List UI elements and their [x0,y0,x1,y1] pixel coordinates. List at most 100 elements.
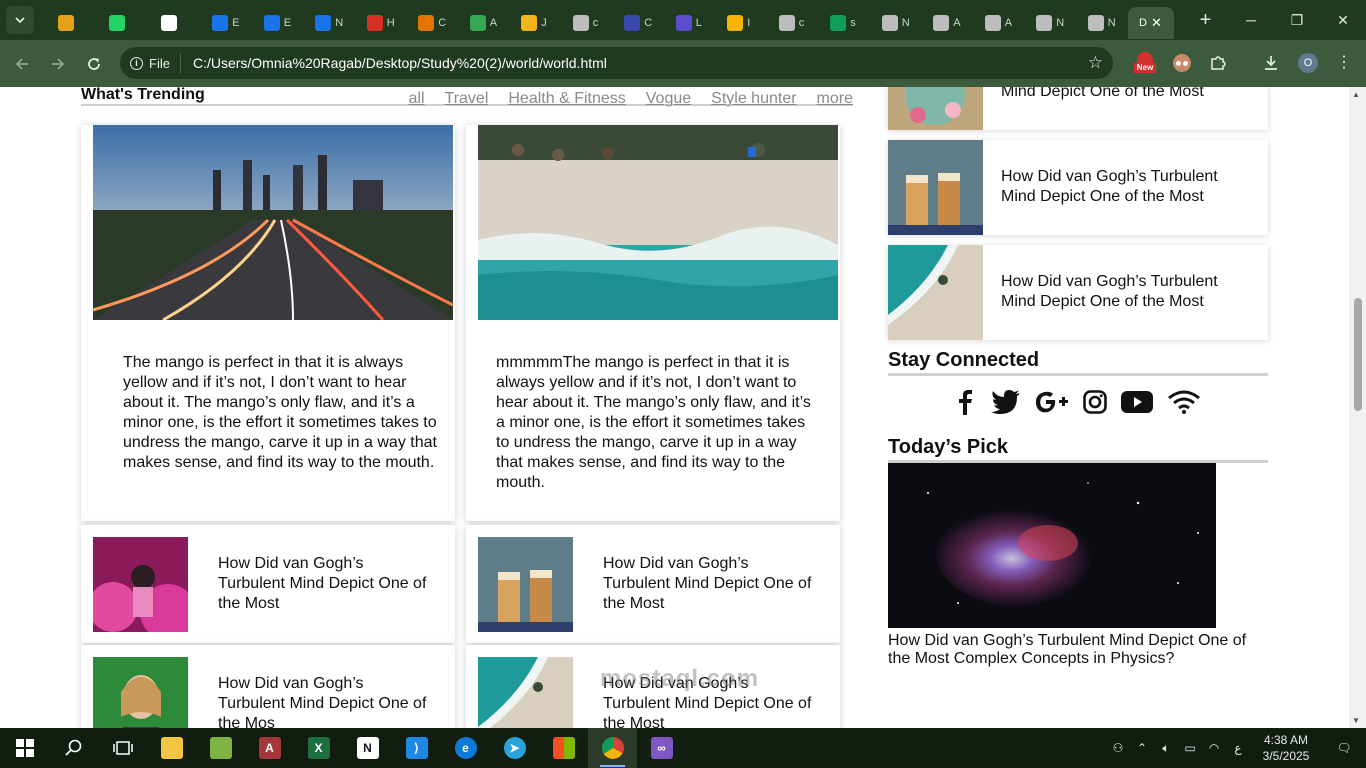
nav-link-style-hunter[interactable]: Style hunter [711,90,796,108]
access-button[interactable]: A [245,728,294,768]
browser-tab[interactable] [149,7,201,39]
list-item[interactable]: How Did van Gogh’s Turbulent Mind Depict… [81,525,455,643]
file-explorer-button[interactable] [147,728,196,768]
url-text[interactable]: C:/Users/Omnia%20Ragab/Desktop/Study%20(… [193,55,607,71]
trending-card[interactable]: The mango is perfect in that it is alway… [81,125,455,521]
browser-tab[interactable]: A [973,7,1025,39]
back-button[interactable] [4,46,40,82]
browser-tab[interactable]: E [201,7,253,39]
nav-link-travel[interactable]: Travel [445,90,489,108]
clock[interactable]: 4:38 AM 3/5/2025 [1250,732,1322,764]
trending-card[interactable]: mmmmmThe mango is perfect in that it is … [466,125,840,521]
google-plus-icon[interactable] [1035,391,1069,413]
sidebar-post[interactable]: How Did van Gogh’s Turbulent Mind Depict… [888,140,1268,235]
site-info-chip[interactable]: i File [130,53,181,73]
new-tab-button[interactable]: + [1196,9,1216,32]
browser-tab[interactable]: J [510,7,562,39]
page-scrollbar[interactable]: ▲ ▼ [1349,87,1366,728]
tab-search-button[interactable] [6,6,34,34]
instagram-icon[interactable] [1083,390,1107,414]
youtube-icon[interactable] [1121,391,1153,413]
restore-button[interactable]: ❐ [1274,0,1320,40]
visual-studio-button[interactable]: ∞ [637,728,686,768]
browser-tab[interactable]: E [252,7,304,39]
nav-link-health-fitness[interactable]: Health & Fitness [508,90,625,108]
windows-taskbar: A X N ⟩ e ➤ ∞ ⚇ ⌃ 🔈︎ ▭ ◠ ع 4:38 AM 3/5/2… [0,728,1366,768]
nav-link-vogue[interactable]: Vogue [646,90,691,108]
address-bar[interactable]: i File C:/Users/Omnia%20Ragab/Desktop/St… [120,47,1113,79]
wifi-icon[interactable]: ◠ [1202,741,1226,755]
rss-wifi-icon[interactable] [1167,390,1201,414]
page-viewport: What's Trending all Travel Health & Fitn… [0,87,1349,728]
excel-button[interactable]: X [294,728,343,768]
browser-tab[interactable]: C [613,7,665,39]
extensions-button[interactable] [1207,52,1229,74]
browser-tab[interactable]: N [304,7,356,39]
bookmark-star-icon[interactable]: ☆ [1088,53,1103,73]
tab-title: c [798,17,805,29]
scroll-down-arrow-icon[interactable]: ▼ [1352,716,1360,725]
browser-tab[interactable]: N [1025,7,1077,39]
browser-tab[interactable]: s [819,7,871,39]
nebula-image[interactable] [888,463,1216,628]
puzzle-icon [1211,56,1226,70]
clock-time: 4:38 AM [1263,733,1309,747]
notion-button[interactable]: N [343,728,392,768]
twitter-icon[interactable] [991,390,1021,414]
avatar: O [1298,53,1318,73]
close-icon[interactable]: ✕ [1151,15,1162,31]
browser-tab[interactable]: c [767,7,819,39]
browser-tab[interactable]: c [561,7,613,39]
tab-favicon-icon [624,15,641,31]
tab-favicon-icon [1087,15,1104,31]
menu-button[interactable]: ⋮ [1333,52,1355,74]
profile-button[interactable]: O [1297,52,1319,74]
browser-tab[interactable]: A [458,7,510,39]
battery-icon[interactable]: ▭ [1178,741,1202,755]
task-view-button[interactable] [98,728,147,768]
browser-tab[interactable]: H [355,7,407,39]
reload-button[interactable] [76,46,112,82]
input-language[interactable]: ع [1226,741,1250,755]
chevron-up-icon[interactable]: ⌃ [1130,741,1154,755]
browser-tab[interactable]: L [664,7,716,39]
forward-button[interactable] [40,46,76,82]
active-tab[interactable]: D ✕ [1127,7,1174,39]
tab-title: C [438,17,447,29]
browser-tab[interactable] [98,7,150,39]
edge-button[interactable]: e [441,728,490,768]
store-button[interactable] [539,728,588,768]
vscode-button[interactable]: ⟩ [392,728,441,768]
list-item[interactable]: How Did van Gogh’s Turbulent Mind Depict… [466,525,840,643]
telegram-button[interactable]: ➤ [490,728,539,768]
scroll-up-arrow-icon[interactable]: ▲ [1352,90,1360,99]
extension-eyes-button[interactable] [1171,52,1193,74]
browser-tab[interactable]: C [407,7,459,39]
downloads-button[interactable] [1260,52,1282,74]
sidebar-post[interactable]: Mind Depict One of the Most [888,87,1268,130]
nav-link-all[interactable]: all [409,90,425,108]
woman-portrait-thumbnail [93,657,188,728]
browser-tab[interactable]: A [922,7,974,39]
extension-new-button[interactable]: New [1134,52,1156,74]
chrome-button[interactable] [588,728,637,768]
notifications-icon[interactable]: 🗨︎ [1322,741,1366,755]
tab-title: A [489,17,498,29]
close-window-button[interactable]: ✕ [1320,0,1366,40]
people-icon[interactable]: ⚇ [1106,741,1130,755]
sidebar-post[interactable]: How Did van Gogh’s Turbulent Mind Depict… [888,245,1268,340]
volume-icon[interactable]: 🔈︎ [1154,741,1178,756]
app-paint-button[interactable] [196,728,245,768]
browser-tab[interactable] [46,7,98,39]
nav-link-more[interactable]: more [817,90,853,108]
browser-tab[interactable]: N [1076,7,1128,39]
start-button[interactable] [0,728,49,768]
todays-pick-caption[interactable]: How Did van Gogh’s Turbulent Mind Depict… [888,632,1258,668]
browser-tab[interactable]: I [716,7,768,39]
minimize-button[interactable]: ─ [1228,0,1274,40]
search-button[interactable] [49,728,98,768]
browser-tab[interactable]: N [870,7,922,39]
facebook-icon[interactable] [955,389,977,415]
scrollbar-thumb[interactable] [1354,298,1362,411]
list-item[interactable]: How Did van Gogh’s Turbulent Mind Depict… [81,645,455,728]
